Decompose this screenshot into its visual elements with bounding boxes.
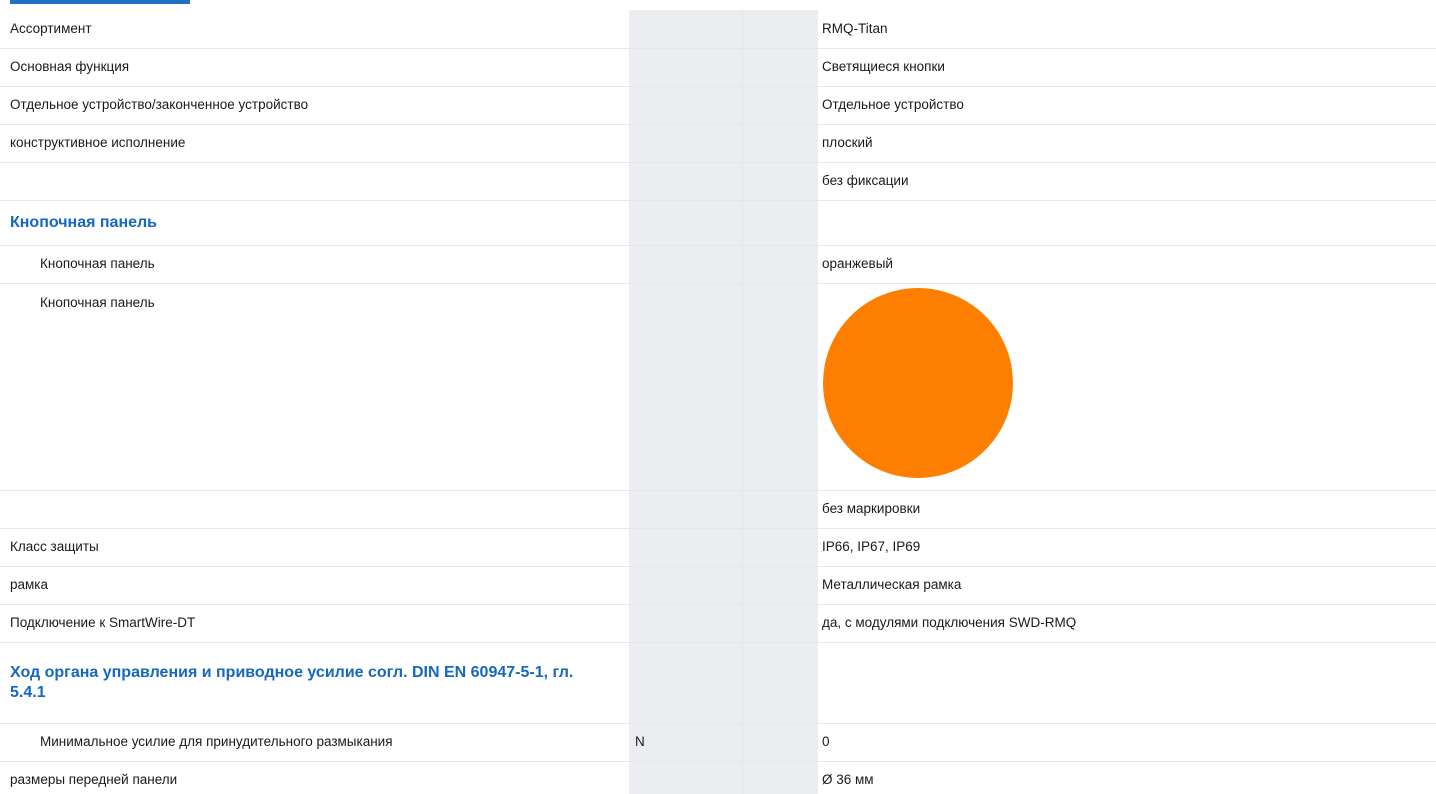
- spec-unit: [629, 761, 818, 794]
- spec-value: плоский: [818, 124, 1436, 163]
- spec-label: Основная функция: [0, 48, 629, 87]
- spec-value: Металлическая рамка: [818, 566, 1436, 605]
- spec-row: Отдельное устройство/законченное устройс…: [0, 86, 1436, 125]
- spec-unit: [629, 528, 818, 567]
- spec-row: конструктивное исполнение плоский: [0, 124, 1436, 163]
- spec-label: конструктивное исполнение: [0, 124, 629, 163]
- spec-value: IP66, IP67, IP69: [818, 528, 1436, 567]
- spec-value: 0: [818, 723, 1436, 762]
- spec-value: RMQ-Titan: [818, 10, 1436, 49]
- spec-label: рамка: [0, 566, 629, 605]
- spec-row: Класс защиты IP66, IP67, IP69: [0, 528, 1436, 567]
- section-heading-remnant: [10, 0, 190, 4]
- spec-row: Основная функция Светящиеся кнопки: [0, 48, 1436, 87]
- spec-unit: [629, 604, 818, 643]
- spec-row: Кнопочная панель оранжевый: [0, 245, 1436, 284]
- spec-row: Подключение к SmartWire-DT да, с модулям…: [0, 604, 1436, 643]
- spec-row-color-swatch: Кнопочная панель: [0, 283, 1436, 491]
- spec-label: Кнопочная панель: [0, 245, 629, 284]
- spec-unit: N: [629, 723, 818, 762]
- spec-row: размеры передней панели Ø 36 мм: [0, 761, 1436, 794]
- spec-value: без фиксации: [818, 162, 1436, 201]
- section-header-row: Ход органа управления и приводное усилие…: [0, 642, 1436, 724]
- spec-value: Отдельное устройство: [818, 86, 1436, 125]
- spec-row: рамка Металлическая рамка: [0, 566, 1436, 605]
- spec-value: Светящиеся кнопки: [818, 48, 1436, 87]
- spec-label: Класс защиты: [0, 528, 629, 567]
- spec-value: оранжевый: [818, 245, 1436, 284]
- spec-label: размеры передней панели: [10, 772, 178, 788]
- spec-label: Минимальное усилие для принудительного р…: [0, 723, 629, 762]
- spec-unit: [629, 162, 818, 201]
- spec-page: Ассортимент RMQ-Titan Основная функция С…: [0, 0, 1436, 794]
- spec-label: Кнопочная панель: [0, 283, 629, 491]
- spec-label: Ассортимент: [0, 10, 629, 49]
- spec-label: Подключение к SmartWire-DT: [0, 604, 629, 643]
- spec-row: Ассортимент RMQ-Titan: [0, 10, 1436, 49]
- spec-unit: [629, 10, 818, 49]
- spec-unit: [629, 86, 818, 125]
- spec-label: [0, 162, 629, 201]
- spec-label: [0, 490, 629, 529]
- spec-label: Отдельное устройство/законченное устройс…: [0, 86, 629, 125]
- section-header-row: Кнопочная панель: [0, 200, 1436, 246]
- spec-value: без маркировки: [818, 490, 1436, 529]
- section-title-actuation-force: Ход органа управления и приводное усилие…: [10, 663, 574, 701]
- specification-table: Ассортимент RMQ-Titan Основная функция С…: [0, 10, 1436, 794]
- spec-row: Минимальное усилие для принудительного р…: [0, 723, 1436, 762]
- spec-value: Ø 36 мм: [822, 772, 874, 788]
- spec-unit: [629, 124, 818, 163]
- spec-unit: [629, 490, 818, 529]
- section-title-button-panel: Кнопочная панель: [0, 200, 629, 246]
- spec-unit: [629, 48, 818, 87]
- spec-row: без фиксации: [0, 162, 1436, 201]
- orange-color-swatch: [823, 287, 1013, 478]
- spec-value: да, с модулями подключения SWD-RMQ: [818, 604, 1436, 643]
- spec-row: без маркировки: [0, 490, 1436, 529]
- spec-unit: [629, 566, 818, 605]
